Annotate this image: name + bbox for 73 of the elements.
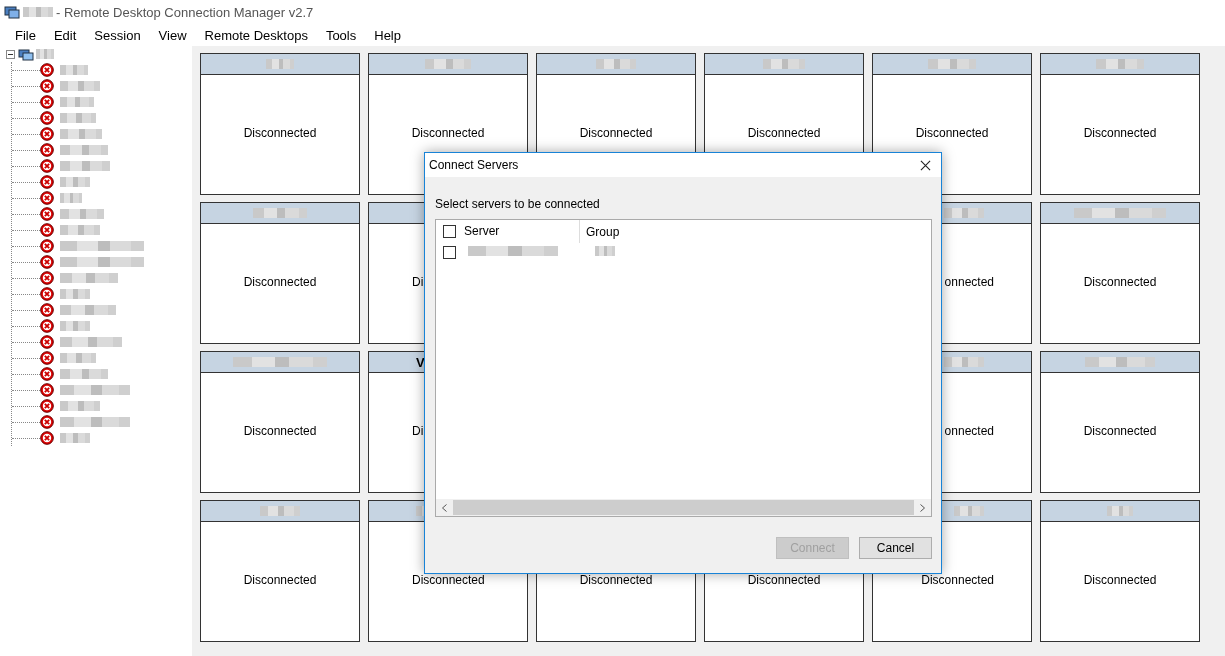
error-icon — [40, 127, 54, 141]
error-icon — [40, 287, 54, 301]
error-icon — [40, 399, 54, 413]
dialog-title: Connect Servers — [429, 158, 519, 172]
status-text: Di — [412, 424, 424, 438]
scrollbar-thumb[interactable] — [453, 500, 914, 515]
tile-title: V — [416, 354, 425, 370]
error-icon — [40, 431, 54, 445]
menu-item[interactable]: Tools — [316, 27, 366, 43]
status-text: Disconnected — [243, 126, 317, 140]
error-icon — [40, 111, 54, 125]
error-icon — [40, 271, 54, 285]
menu-item[interactable]: Session — [85, 27, 150, 43]
error-icon — [40, 383, 54, 397]
error-icon — [40, 159, 54, 173]
status-text: Disconnected — [411, 126, 485, 140]
session-tile[interactable]: Disconnected — [1040, 202, 1200, 344]
column-header[interactable]: Server — [462, 220, 580, 243]
error-icon — [40, 319, 54, 333]
status-text: Disconnected — [915, 126, 989, 140]
error-icon — [40, 79, 54, 93]
window-title: - Remote Desktop Connection Manager v2.7 — [56, 4, 314, 20]
error-icon — [40, 207, 54, 221]
status-text: onnected — [944, 424, 994, 438]
computer-group-icon — [18, 46, 34, 62]
menu-item[interactable]: File — [6, 27, 45, 43]
session-tile[interactable]: Disconnected — [200, 500, 360, 642]
close-icon[interactable] — [920, 159, 931, 171]
column-header[interactable]: Group — [580, 224, 620, 239]
menu-item[interactable]: Help — [365, 27, 410, 43]
error-icon — [40, 95, 54, 109]
status-text: Disconnected — [1083, 275, 1157, 289]
status-text: Disconnected — [243, 275, 317, 289]
error-icon — [40, 191, 54, 205]
menu-item[interactable]: Edit — [44, 27, 86, 43]
error-icon — [40, 351, 54, 365]
session-tile[interactable]: Disconnected — [200, 351, 360, 493]
collapse-icon[interactable] — [6, 49, 16, 59]
status-text: Disconnected — [747, 126, 821, 140]
status-text: Disconnected — [579, 573, 653, 587]
error-icon — [40, 143, 54, 157]
error-icon — [40, 255, 54, 269]
error-icon — [40, 303, 54, 317]
status-text: Disconnected — [747, 573, 821, 587]
session-tile[interactable]: Disconnected — [1040, 53, 1200, 195]
error-icon — [40, 239, 54, 253]
app-icon — [4, 4, 20, 20]
status-text: Disconnected — [579, 126, 653, 140]
session-tile[interactable]: Disconnected — [1040, 500, 1200, 642]
error-icon — [40, 63, 54, 77]
status-text: Disconnected — [412, 573, 485, 587]
dialog-button[interactable]: Cancel — [859, 537, 932, 559]
status-text: onnected — [944, 275, 994, 289]
status-text: Disconnected — [921, 573, 994, 587]
error-icon — [40, 175, 54, 189]
status-text: Disconnected — [1083, 424, 1157, 438]
session-tile[interactable]: Disconnected — [1040, 351, 1200, 493]
status-text: Disconnected — [1083, 126, 1157, 140]
session-tile[interactable]: Disconnected — [200, 53, 360, 195]
error-icon — [40, 335, 54, 349]
status-text: Disconnected — [243, 424, 317, 438]
error-icon — [40, 367, 54, 381]
menu-item[interactable]: Remote Desktops — [195, 27, 317, 43]
status-text: Disconnected — [243, 573, 317, 587]
status-text: Di — [412, 275, 424, 289]
instruction-text: Select servers to be connected — [435, 197, 601, 211]
checkbox[interactable] — [442, 225, 456, 238]
checkbox[interactable] — [442, 245, 456, 259]
status-text: Disconnected — [1083, 573, 1157, 587]
error-icon — [40, 415, 54, 429]
menu-item[interactable]: View — [149, 27, 196, 43]
session-tile[interactable]: Disconnected — [200, 202, 360, 344]
error-icon — [40, 223, 54, 237]
